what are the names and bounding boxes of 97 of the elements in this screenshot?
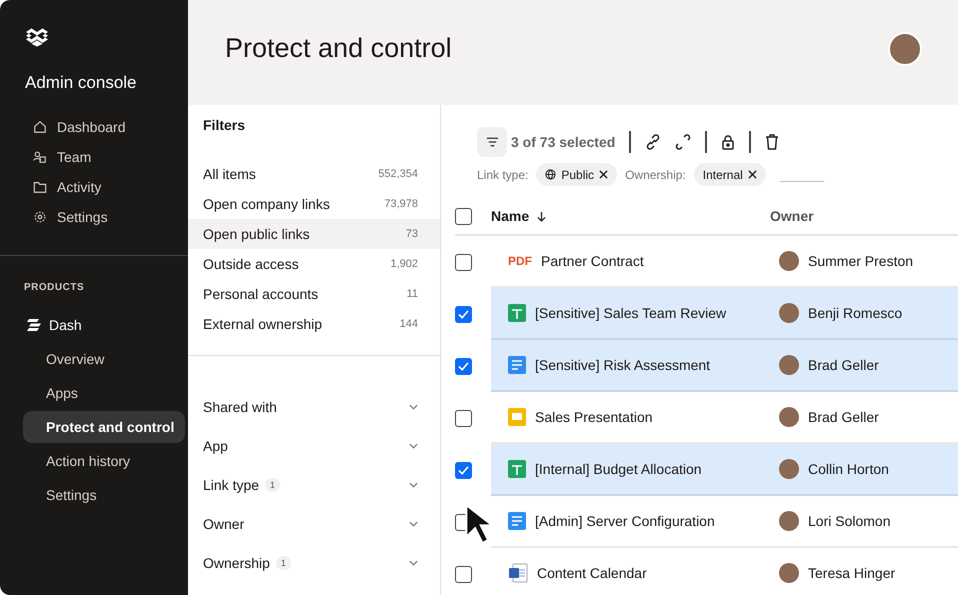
owner-name: Benji Romesco — [808, 305, 904, 321]
row-checkbox[interactable] — [455, 254, 472, 270]
close-icon — [748, 170, 757, 179]
avatar-circle — [779, 459, 799, 479]
avatar-circle — [779, 511, 799, 531]
filter-chip[interactable]: Internal — [694, 163, 766, 186]
table-row[interactable]: [Admin] Server Configuration Lori Solomon — [491, 496, 958, 548]
chevron-icon — [409, 520, 418, 526]
folder-icon — [33, 180, 47, 194]
spreadsheet-icon — [508, 460, 526, 478]
avatar-circle — [779, 251, 799, 271]
stack-icon — [27, 319, 41, 331]
chip-label: Link type: — [477, 168, 528, 182]
sidebar-item[interactable]: Action history — [23, 445, 185, 477]
table-row[interactable]: [Sensitive] Risk Assessment Brad Geller — [491, 340, 958, 392]
chip-label: Ownership: — [625, 168, 686, 182]
document-icon — [508, 356, 526, 374]
avatar-circle — [779, 303, 799, 323]
table-row[interactable]: [Sensitive] Sales Team Review Benji Romesco — [491, 288, 958, 340]
console-title: Admin console — [25, 73, 138, 93]
chevron-icon — [409, 560, 418, 566]
trash-icon[interactable] — [765, 134, 780, 150]
filters-title: Filters — [202, 116, 246, 135]
avatar-circle — [779, 355, 799, 375]
sidebar-item[interactable]: Overview — [23, 343, 185, 375]
file-name: Sales Presentation — [535, 409, 654, 425]
owner-name: Brad Geller — [808, 409, 880, 425]
sidebar-item[interactable]: Apps — [23, 377, 185, 409]
row-checkbox[interactable] — [455, 410, 472, 426]
filter-icon — [486, 137, 498, 147]
nav-item[interactable]: Activity — [33, 179, 188, 195]
owner-name: Lori Solomon — [808, 513, 892, 529]
word-document-icon — [508, 563, 528, 583]
checkmark-icon — [458, 466, 469, 474]
box-logo-icon — [26, 28, 48, 47]
filter-item[interactable]: External ownership 144 — [188, 309, 440, 339]
row-checkbox[interactable] — [455, 306, 472, 322]
column-header[interactable]: Owner — [770, 208, 958, 224]
nav-item[interactable]: Settings — [33, 209, 188, 225]
column-header[interactable]: Name — [491, 208, 530, 224]
filter-item[interactable]: Open company links 73,978 — [188, 189, 440, 219]
close-icon — [599, 170, 608, 179]
row-checkbox[interactable] — [455, 462, 472, 478]
filter-dropdown[interactable]: Owner — [188, 511, 440, 536]
filter-item[interactable]: Outside access 1,902 — [188, 249, 440, 279]
slides-icon — [508, 408, 526, 426]
settings-icon — [33, 210, 47, 224]
file-name: Partner Contract — [541, 253, 645, 269]
broken-link-icon[interactable] — [675, 134, 692, 150]
sidebar-item[interactable]: Settings — [23, 479, 185, 511]
section-label: PRODUCTS — [23, 282, 86, 293]
page-title: Protect and control — [225, 33, 452, 64]
file-name: [Internal] Budget Allocation — [535, 461, 703, 477]
selection-count: 3 of 73 selected — [511, 134, 616, 150]
filter-dropdown[interactable]: Link type 1 — [188, 472, 440, 497]
file-name: [Sensitive] Sales Team Review — [535, 305, 728, 321]
filter-item[interactable]: Open public links 73 — [188, 219, 440, 249]
owner-name: Brad Geller — [808, 357, 880, 373]
nav-item[interactable]: Team — [33, 149, 188, 165]
filter-item[interactable]: All items 552,354 — [188, 159, 440, 189]
product-name: Dash — [49, 317, 82, 333]
sort-arrow-icon[interactable] — [537, 210, 546, 222]
chevron-icon — [409, 482, 418, 488]
select-all-checkbox[interactable] — [455, 208, 472, 224]
home-icon — [33, 120, 47, 134]
filter-item[interactable]: Personal accounts 11 — [188, 279, 440, 309]
chevron-icon — [409, 404, 418, 410]
filter-button[interactable] — [477, 127, 507, 157]
checkmark-icon — [458, 310, 469, 318]
owner-name: Summer Preston — [808, 253, 914, 269]
row-checkbox[interactable] — [455, 358, 472, 374]
people-icon — [33, 150, 47, 164]
chevron-icon — [409, 442, 418, 448]
link-icon[interactable] — [645, 134, 662, 150]
sidebar-item[interactable]: Protect and control — [23, 411, 185, 443]
file-type-label: PDF — [508, 254, 532, 268]
filter-dropdown[interactable]: App — [188, 433, 440, 458]
filter-dropdown[interactable]: Ownership 1 — [188, 550, 440, 575]
file-name: [Admin] Server Configuration — [535, 513, 716, 529]
owner-name: Teresa Hinger — [808, 565, 896, 581]
avatar-circle[interactable] — [888, 32, 922, 66]
row-checkbox[interactable] — [455, 566, 472, 582]
lock-icon[interactable] — [721, 134, 736, 150]
document-icon — [508, 512, 526, 530]
file-name: Content Calendar — [537, 565, 648, 581]
checkmark-icon — [458, 362, 469, 370]
file-name: [Sensitive] Risk Assessment — [535, 357, 712, 373]
spreadsheet-icon — [508, 304, 526, 322]
nav-item[interactable]: Dashboard — [33, 119, 188, 135]
filter-chip[interactable]: Public — [536, 163, 618, 186]
avatar-circle — [779, 563, 799, 583]
filter-dropdown[interactable]: Shared with — [188, 394, 440, 419]
table-row[interactable]: [Internal] Budget Allocation Collin Horton — [491, 444, 958, 496]
owner-name: Collin Horton — [808, 461, 890, 477]
table-row[interactable]: Content Calendar Teresa Hinger — [491, 548, 958, 595]
globe-icon — [545, 169, 556, 180]
avatar-circle — [779, 407, 799, 427]
